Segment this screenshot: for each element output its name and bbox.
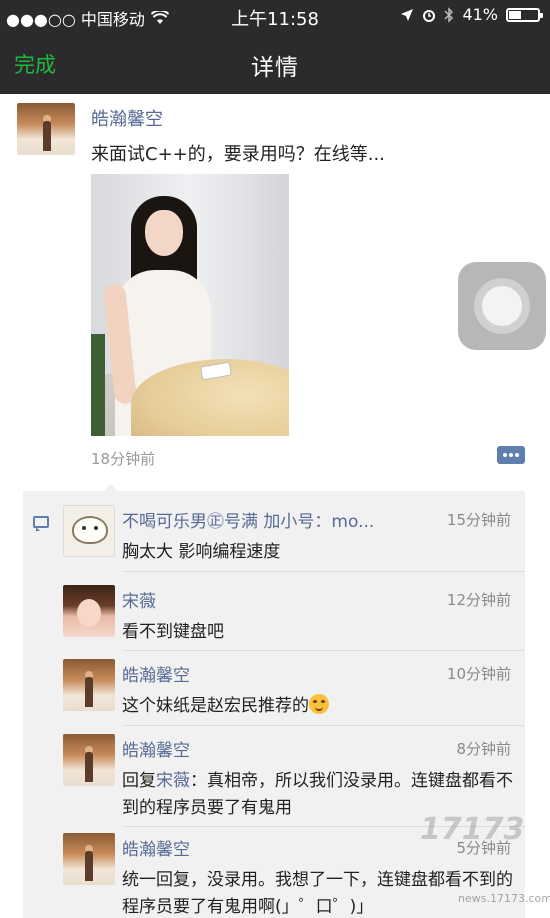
comment-time: 15分钟前 xyxy=(446,511,511,529)
post-time: 18分钟前 xyxy=(91,450,156,468)
commenter-avatar[interactable] xyxy=(63,833,115,885)
comment-text-content: 这个妹纸是赵宏民推荐的 xyxy=(122,696,309,716)
battery-icon xyxy=(506,7,543,22)
assistive-touch-button[interactable] xyxy=(458,262,546,350)
status-bar: ●●●○○ 中国移动 上午11:58 41% xyxy=(0,0,550,32)
bluetooth-icon xyxy=(444,6,454,23)
commenter-name[interactable]: 皓瀚馨空 xyxy=(122,661,190,686)
commenter-name[interactable]: 皓瀚馨空 xyxy=(122,736,190,761)
commenter-name[interactable]: 不喝可乐男㊣号满 加小号：mo... xyxy=(122,507,374,532)
commenter-avatar[interactable] xyxy=(63,734,115,786)
comment-time: 12分钟前 xyxy=(446,591,511,609)
battery-percent: 41% xyxy=(462,5,498,24)
commenter-avatar[interactable] xyxy=(63,659,115,711)
commenter-name[interactable]: 皓瀚馨空 xyxy=(122,835,190,860)
status-right: 41% xyxy=(400,5,543,24)
location-icon xyxy=(401,8,414,21)
comment-time: 10分钟前 xyxy=(446,665,511,683)
alarm-icon xyxy=(423,9,436,22)
commenter-avatar[interactable] xyxy=(63,505,115,557)
commenter-name[interactable]: 宋薇 xyxy=(122,587,156,612)
comment-time: 8分钟前 xyxy=(456,740,511,758)
page-title: 详情 xyxy=(251,55,299,81)
divider xyxy=(122,725,525,726)
comment-text: 看不到键盘吧 xyxy=(122,622,224,642)
watermark-logo: 17173 news.17173.com xyxy=(420,812,550,918)
divider xyxy=(122,650,525,651)
comment-action-button[interactable] xyxy=(497,446,525,464)
nav-bar: 完成 详情 xyxy=(0,32,550,94)
reply-prefix: 回复 xyxy=(122,771,156,791)
post-author-name[interactable]: 皓瀚馨空 xyxy=(91,105,163,131)
commenter-avatar[interactable] xyxy=(63,585,115,637)
watermark-text: 17173 xyxy=(420,812,525,847)
reply-to-name[interactable]: 宋薇 xyxy=(156,771,190,791)
watermark-subtext: news.17173.com xyxy=(458,892,550,905)
post-text: 来面试C++的，要录用吗？在线等... xyxy=(91,144,385,165)
comment-text: 胸太大 影响编程速度 xyxy=(122,542,281,562)
post-photo[interactable] xyxy=(91,174,289,436)
divider xyxy=(122,571,525,572)
author-avatar[interactable] xyxy=(17,103,75,155)
comment-text: 这个妹纸是赵宏民推荐的 xyxy=(122,693,514,720)
smile-emoji-icon xyxy=(309,694,329,714)
comment-icon xyxy=(33,516,49,531)
